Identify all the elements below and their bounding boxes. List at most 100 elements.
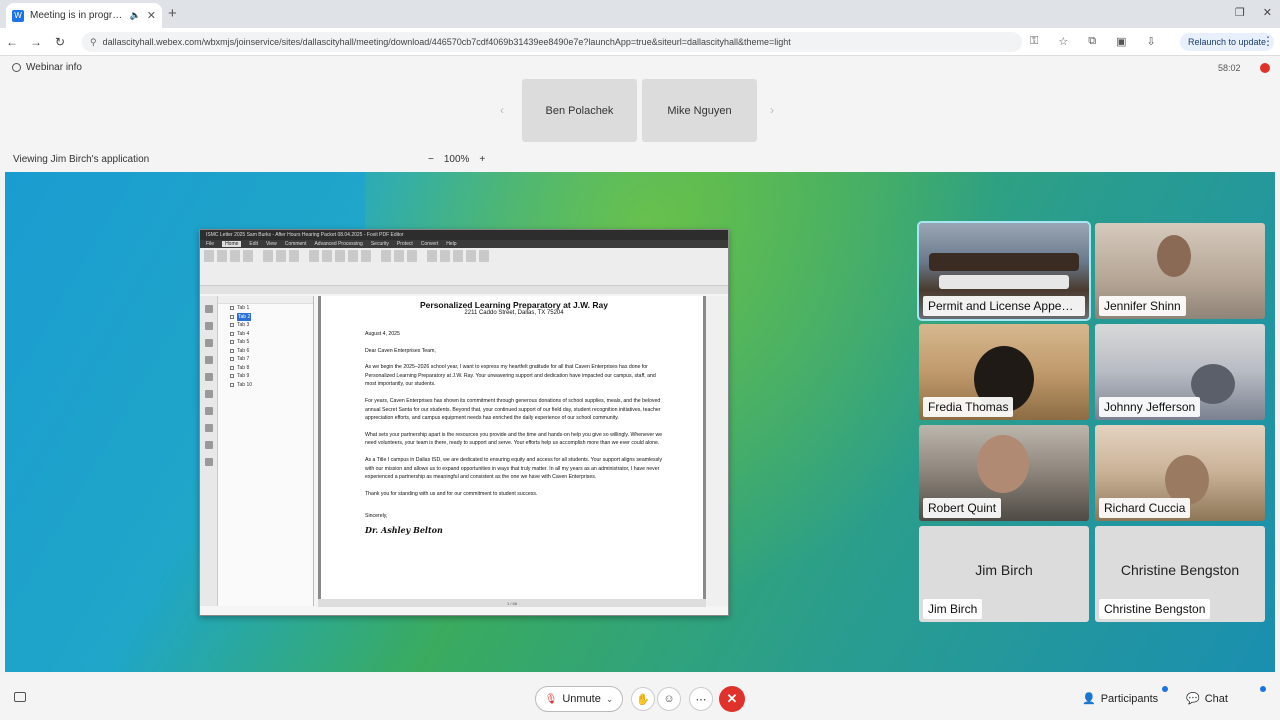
participants-label: Participants: [1100, 692, 1159, 705]
site-info-icon[interactable]: ⚲: [90, 37, 97, 48]
app-title-bar: ISMC Letter 2025 Sam Burks - After Hours…: [200, 230, 728, 240]
bookmark-label: Tab 2: [237, 312, 252, 321]
extensions-icon[interactable]: ⧉: [1088, 35, 1096, 48]
reload-button[interactable]: ↻: [48, 35, 72, 49]
bookmark-item[interactable]: Tab 2: [218, 312, 313, 321]
carousel-next-icon[interactable]: ›: [770, 103, 774, 117]
back-button[interactable]: ←: [0, 35, 24, 49]
forward-button[interactable]: →: [24, 35, 48, 49]
carousel-prev-icon[interactable]: ‹: [500, 103, 504, 117]
bookmark-icon: [230, 306, 234, 311]
participant-tile[interactable]: Robert Quint: [919, 425, 1089, 521]
app-menu-item[interactable]: Advanced Processing: [314, 241, 362, 247]
letter-paragraph: As a Title I campus in Dallas ISD, we ar…: [365, 456, 662, 481]
letter-date: August 4, 2025: [365, 331, 400, 337]
app-menu-item[interactable]: Convert: [421, 241, 439, 247]
browser-tab[interactable]: W Meeting is in progress... 🔈 ✕: [6, 3, 162, 28]
shared-application-window[interactable]: ISMC Letter 2025 Sam Burks - After Hours…: [199, 229, 729, 616]
chat-icon: 💬: [1186, 693, 1200, 705]
zoom-out-button[interactable]: −: [428, 154, 434, 165]
side-panel-icon[interactable]: ▣: [1116, 35, 1126, 48]
leave-meeting-button[interactable]: ✕: [719, 686, 745, 712]
letter-heading: Personalized Learning Preparatory at J.W…: [419, 300, 608, 310]
letter-paragraph: What sets your partnership apart is the …: [365, 431, 663, 447]
letter-paragraph: Thank you for standing with us and for o…: [365, 490, 538, 497]
close-tab-icon[interactable]: ✕: [147, 9, 156, 22]
participants-button[interactable]: 👤 Participants: [1082, 692, 1159, 706]
window-controls: ❐ ✕: [1235, 6, 1272, 19]
restore-window-button[interactable]: ❐: [1235, 6, 1245, 19]
bookmark-item[interactable]: Tab 1: [218, 304, 313, 313]
participant-tile[interactable]: Jennifer Shinn: [1095, 223, 1265, 319]
zoom-level: 100%: [443, 154, 470, 165]
participant-tile[interactable]: Christine Bengston Christine Bengston: [1095, 526, 1265, 622]
bookmark-star-icon[interactable]: ☆: [1058, 35, 1068, 48]
bookmark-icon: [230, 348, 234, 353]
chat-button[interactable]: 💬 Chat: [1186, 692, 1228, 706]
bookmark-item[interactable]: Tab 9: [218, 372, 313, 381]
raise-hand-button[interactable]: ✋: [631, 687, 655, 711]
captions-icon[interactable]: [14, 692, 26, 702]
letter-signature: Dr. Ashley Belton: [365, 524, 443, 535]
bookmark-item[interactable]: Tab 6: [218, 347, 313, 356]
attendee-tile[interactable]: Mike Nguyen: [642, 79, 757, 142]
participant-tile[interactable]: Jim Birch Jim Birch: [919, 526, 1089, 622]
more-options-button[interactable]: ⋯: [689, 687, 713, 711]
participant-name: Permit and License Appeal...: [923, 296, 1085, 316]
bookmark-item[interactable]: Tab 3: [218, 321, 313, 330]
attendee-name: Mike Nguyen: [667, 104, 732, 117]
bookmark-item[interactable]: Tab 10: [218, 381, 313, 390]
viewing-label: Viewing Jim Birch's application: [13, 154, 150, 165]
bookmark-item[interactable]: Tab 8: [218, 364, 313, 373]
bookmark-item[interactable]: Tab 7: [218, 355, 313, 364]
webinar-info-label: Webinar info: [26, 62, 82, 73]
bookmark-label: Tab 5: [237, 339, 250, 345]
bookmark-icon: [230, 357, 234, 362]
app-menu-item[interactable]: File: [206, 241, 214, 247]
bookmark-item[interactable]: Tab 4: [218, 330, 313, 339]
password-key-icon[interactable]: ⚿: [1030, 35, 1038, 48]
browser-menu-icon[interactable]: ⋮: [1262, 34, 1274, 48]
zoom-in-button[interactable]: +: [479, 154, 485, 165]
participant-tile[interactable]: Permit and License Appeal...: [917, 221, 1091, 321]
downloads-icon[interactable]: ⇩: [1147, 35, 1156, 48]
new-tab-button[interactable]: +: [168, 5, 177, 22]
app-menu-item[interactable]: Home: [222, 241, 242, 247]
app-menu-item[interactable]: View: [266, 241, 277, 247]
app-menu-item[interactable]: Edit: [249, 241, 258, 247]
video-frame: [929, 253, 1079, 271]
bookmark-item[interactable]: Tab 5: [218, 338, 313, 347]
speaker-icon[interactable]: 🔈: [130, 10, 141, 21]
bookmark-label: Tab 4: [237, 330, 250, 337]
participants-notification-badge: [1162, 686, 1168, 692]
relaunch-button[interactable]: Relaunch to update: [1180, 33, 1275, 51]
participant-name: Fredia Thomas: [923, 397, 1014, 417]
webex-favicon-icon: W: [12, 9, 24, 22]
document-scrollbar[interactable]: [706, 296, 728, 606]
bookmark-icon: [230, 340, 234, 345]
chat-notification-badge: [1260, 686, 1266, 692]
app-ribbon: [200, 248, 728, 286]
participant-display-name: Christine Bengston: [1120, 562, 1240, 578]
video-frame: [1157, 235, 1191, 277]
participant-name: Richard Cuccia: [1099, 498, 1191, 518]
attendee-tile[interactable]: Ben Polachek: [522, 79, 637, 142]
close-window-button[interactable]: ✕: [1263, 6, 1272, 19]
bookmarks-panel: Tab 1 Tab 2 Tab 3 Tab 4 Tab 5 Tab 6 Tab 7 Tab 8…: [218, 296, 314, 606]
app-menu-item[interactable]: Help: [446, 241, 456, 247]
url-field[interactable]: ⚲ dallascityhall.webex.com/wbxmjs/joinse…: [82, 32, 1022, 52]
app-menu-item[interactable]: Comment: [285, 241, 307, 247]
app-menu-item[interactable]: Security: [371, 241, 389, 247]
participant-tile[interactable]: Fredia Thomas: [919, 324, 1089, 420]
app-status-bar: 1 / 68: [318, 599, 706, 607]
unmute-button[interactable]: 🎙 Unmute ⌄: [535, 686, 623, 712]
app-menu-item[interactable]: Protect: [397, 241, 413, 247]
participant-tile[interactable]: Richard Cuccia: [1095, 425, 1265, 521]
webinar-info-button[interactable]: Webinar info: [12, 62, 82, 73]
participant-tile[interactable]: Johnny Jefferson: [1095, 324, 1265, 420]
bookmark-icon: [230, 365, 234, 370]
reactions-button[interactable]: ☺: [657, 687, 681, 711]
participant-name: Christine Bengston: [1099, 599, 1211, 619]
chevron-down-icon[interactable]: ⌄: [606, 694, 614, 705]
attendee-name: Ben Polachek: [545, 104, 614, 117]
